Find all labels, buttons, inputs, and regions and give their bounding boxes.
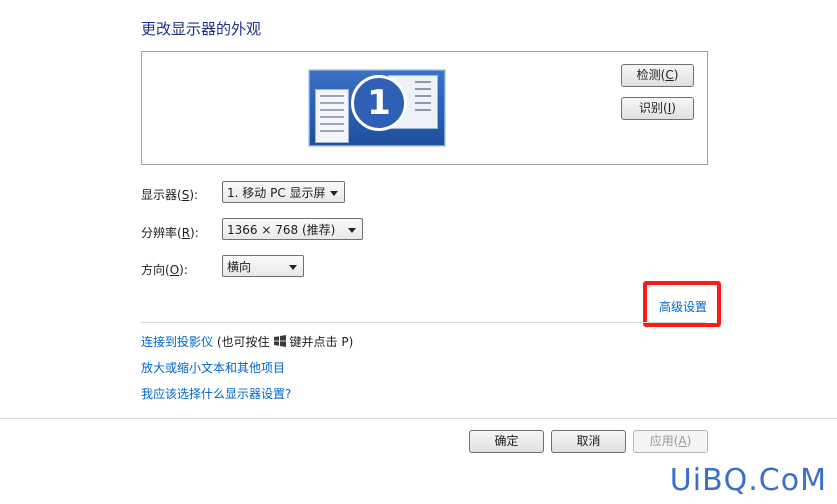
monitor-sidebar-graphic bbox=[315, 89, 349, 143]
display-label: 显示器(S): bbox=[141, 188, 199, 202]
text-size-link[interactable]: 放大或缩小文本和其他项目 bbox=[141, 359, 285, 376]
display-settings-help-link[interactable]: 我应该选择什么显示器设置? bbox=[141, 385, 291, 402]
divider bbox=[141, 322, 706, 323]
display-select[interactable]: 1. 移动 PC 显示屏 bbox=[222, 181, 345, 203]
footer-divider bbox=[0, 418, 837, 419]
display-select-value: 1. 移动 PC 显示屏 bbox=[227, 186, 326, 200]
orientation-select-value: 横向 bbox=[227, 260, 252, 274]
chevron-down-icon bbox=[289, 265, 297, 270]
watermark: UiBQ.CoM bbox=[669, 463, 827, 498]
chevron-down-icon bbox=[330, 191, 338, 196]
projector-row: 连接到投影仪 (也可按住 键并点击 P) bbox=[141, 333, 353, 350]
resolution-select-value: 1366 × 768 (推荐) bbox=[227, 223, 336, 237]
cancel-button[interactable]: 取消 bbox=[551, 430, 626, 453]
display-preview-panel: 1 检测(C) 识别(I) bbox=[141, 51, 708, 165]
windows-logo-icon bbox=[273, 335, 286, 347]
apply-button[interactable]: 应用(A) bbox=[633, 430, 708, 453]
detect-button[interactable]: 检测(C) bbox=[621, 64, 694, 87]
monitor-1-thumbnail[interactable]: 1 bbox=[309, 70, 445, 146]
projector-hint-post: 键并点击 P) bbox=[289, 335, 354, 349]
page-title: 更改显示器的外观 bbox=[141, 20, 262, 38]
orientation-label: 方向(O): bbox=[141, 263, 188, 277]
resolution-select[interactable]: 1366 × 768 (推荐) bbox=[222, 218, 363, 240]
advanced-settings-link[interactable]: 高级设置 bbox=[659, 298, 707, 315]
resolution-label: 分辨率(R): bbox=[141, 226, 199, 240]
projector-hint-pre: (也可按住 bbox=[216, 335, 270, 349]
orientation-select[interactable]: 横向 bbox=[222, 255, 304, 277]
ok-button[interactable]: 确定 bbox=[469, 430, 544, 453]
chevron-down-icon bbox=[348, 228, 356, 233]
monitor-number-badge: 1 bbox=[351, 75, 407, 131]
connect-projector-link[interactable]: 连接到投影仪 bbox=[141, 335, 213, 349]
identify-button[interactable]: 识别(I) bbox=[621, 97, 694, 120]
